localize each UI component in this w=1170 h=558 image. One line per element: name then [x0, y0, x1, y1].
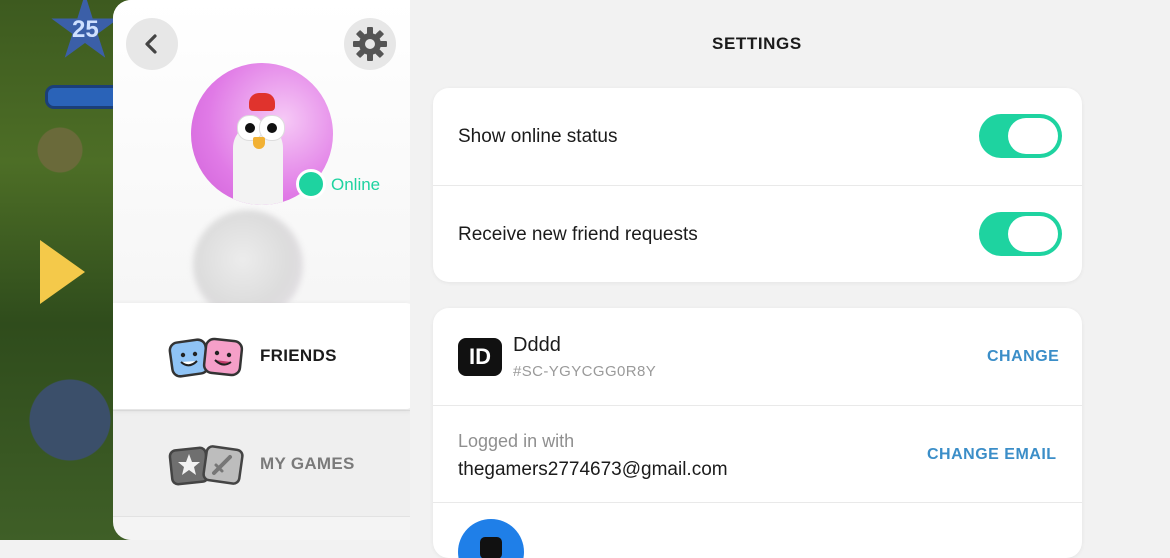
nav-item-friends[interactable]: FRIENDS [113, 303, 410, 409]
account-card: ID Dddd #SC-YGYCGG0R8Y CHANGE Logged in … [433, 308, 1082, 558]
setting-row-online-status: Show online status [433, 88, 1082, 185]
play-arrow-icon [40, 240, 85, 304]
back-button[interactable] [126, 18, 178, 70]
games-cards-icon [168, 445, 244, 486]
chevron-left-icon [145, 34, 157, 54]
user-code: #SC-YGYCGG0R8Y [513, 363, 657, 380]
account-email: thegamers2774673@gmail.com [458, 459, 728, 480]
setting-label-friend-requests: Receive new friend requests [458, 224, 698, 245]
setting-label-online-status: Show online status [458, 126, 618, 147]
page-title: SETTINGS [712, 34, 802, 53]
linked-account-icon [458, 519, 524, 558]
account-row-linked [433, 502, 1082, 558]
privacy-settings-card: Show online status Receive new friend re… [433, 88, 1082, 282]
account-row-id: ID Dddd #SC-YGYCGG0R8Y CHANGE [433, 308, 1082, 405]
id-badge-icon: ID [458, 338, 502, 376]
level-number: 25 [72, 16, 99, 43]
nav-item-my-games[interactable]: MY GAMES [113, 410, 410, 516]
nav-divider [113, 516, 410, 517]
setting-row-friend-requests: Receive new friend requests [433, 185, 1082, 282]
change-email-button[interactable]: CHANGE EMAIL [927, 446, 1057, 464]
nav-label-my-games: MY GAMES [260, 453, 355, 473]
friend-requests-toggle[interactable] [979, 212, 1062, 256]
account-row-email: Logged in with thegamers2774673@gmail.co… [433, 405, 1082, 502]
online-status-toggle[interactable] [979, 114, 1062, 158]
chicken-comb [249, 93, 275, 111]
gear-icon [353, 27, 387, 61]
nav-label-friends: FRIENDS [260, 346, 337, 365]
username: Dddd [513, 334, 561, 356]
logged-in-label: Logged in with [458, 431, 575, 451]
change-username-button[interactable]: CHANGE [987, 348, 1059, 366]
online-status-dot [296, 169, 326, 199]
profile-panel: Online FRIENDS MY GAMES [113, 0, 410, 540]
chicken-beak [253, 137, 265, 149]
friends-faces-icon [168, 337, 244, 378]
online-status-label: Online [331, 175, 381, 194]
settings-gear-button[interactable] [344, 18, 396, 70]
